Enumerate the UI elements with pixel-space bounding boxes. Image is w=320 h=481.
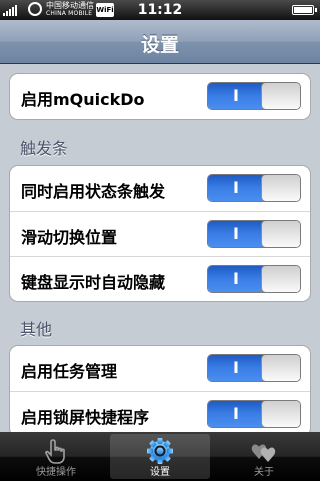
tab-bar: 快捷操作 设置 关于 xyxy=(0,432,320,481)
section-header-other: 其他 xyxy=(20,320,53,339)
toggle-on-label: I xyxy=(208,266,264,292)
tab-quick-actions[interactable]: 快捷操作 xyxy=(6,434,106,479)
toggle-knob xyxy=(261,401,300,427)
tab-label: 快捷操作 xyxy=(36,467,76,478)
setting-row-lockscreen-shortcuts: 启用锁屏快捷程序 I xyxy=(10,391,310,432)
setting-row-enable-mquickdo: 启用mQuickDo I xyxy=(10,74,310,119)
toggle-on-label: I xyxy=(208,83,264,109)
status-bar: 中国移动通信 CHINA MOBILE WiFi 11:12 xyxy=(0,0,320,20)
toggle-knob xyxy=(261,221,300,247)
tab-about[interactable]: 关于 xyxy=(214,434,314,479)
setting-row-keyboard-autohide: 键盘显示时自动隐藏 I xyxy=(10,256,310,301)
toggle-knob xyxy=(261,83,300,109)
toggle-knob xyxy=(261,266,300,292)
group-other: 启用任务管理 I 启用锁屏快捷程序 I xyxy=(9,345,311,432)
swipe-position-toggle[interactable]: I xyxy=(207,220,301,248)
setting-label: 启用锁屏快捷程序 xyxy=(21,408,150,427)
enable-mquickdo-toggle[interactable]: I xyxy=(207,82,301,110)
setting-row-task-manager: 启用任务管理 I xyxy=(10,346,310,391)
settings-list[interactable]: 启用mQuickDo I 触发条 同时启用状态条触发 I 滑动切换位置 I 键盘… xyxy=(0,65,320,432)
setting-row-swipe-position: 滑动切换位置 I xyxy=(10,211,310,256)
battery-icon xyxy=(292,5,317,15)
task-manager-toggle[interactable]: I xyxy=(207,354,301,382)
status-time: 11:12 xyxy=(137,2,183,18)
tab-label: 设置 xyxy=(150,467,170,478)
tab-label: 关于 xyxy=(254,467,274,478)
section-header-trigger-bar: 触发条 xyxy=(20,139,69,158)
navigation-bar: 设置 xyxy=(0,20,320,64)
setting-label: 同时启用状态条触发 xyxy=(21,182,166,201)
setting-row-statusbar-trigger: 同时启用状态条触发 I xyxy=(10,166,310,211)
group-main: 启用mQuickDo I xyxy=(9,73,311,120)
toggle-on-label: I xyxy=(208,355,264,381)
page-title: 设置 xyxy=(140,34,179,56)
gear-icon xyxy=(147,438,173,464)
hearts-icon xyxy=(251,444,276,462)
setting-label: 滑动切换位置 xyxy=(21,228,118,247)
setting-label: 启用任务管理 xyxy=(21,362,118,381)
toggle-knob xyxy=(261,355,300,381)
group-trigger-bar: 同时启用状态条触发 I 滑动切换位置 I 键盘显示时自动隐藏 I xyxy=(9,165,311,302)
toggle-on-label: I xyxy=(208,401,264,427)
setting-label: 启用mQuickDo xyxy=(21,90,145,109)
statusbar-trigger-toggle[interactable]: I xyxy=(207,174,301,202)
keyboard-autohide-toggle[interactable]: I xyxy=(207,265,301,293)
toggle-on-label: I xyxy=(208,221,264,247)
tab-settings[interactable]: 设置 xyxy=(110,434,210,479)
toggle-on-label: I xyxy=(208,175,264,201)
toggle-knob xyxy=(261,175,300,201)
hand-pointer-icon xyxy=(45,439,65,464)
setting-label: 键盘显示时自动隐藏 xyxy=(21,273,166,292)
lockscreen-shortcuts-toggle[interactable]: I xyxy=(207,400,301,428)
